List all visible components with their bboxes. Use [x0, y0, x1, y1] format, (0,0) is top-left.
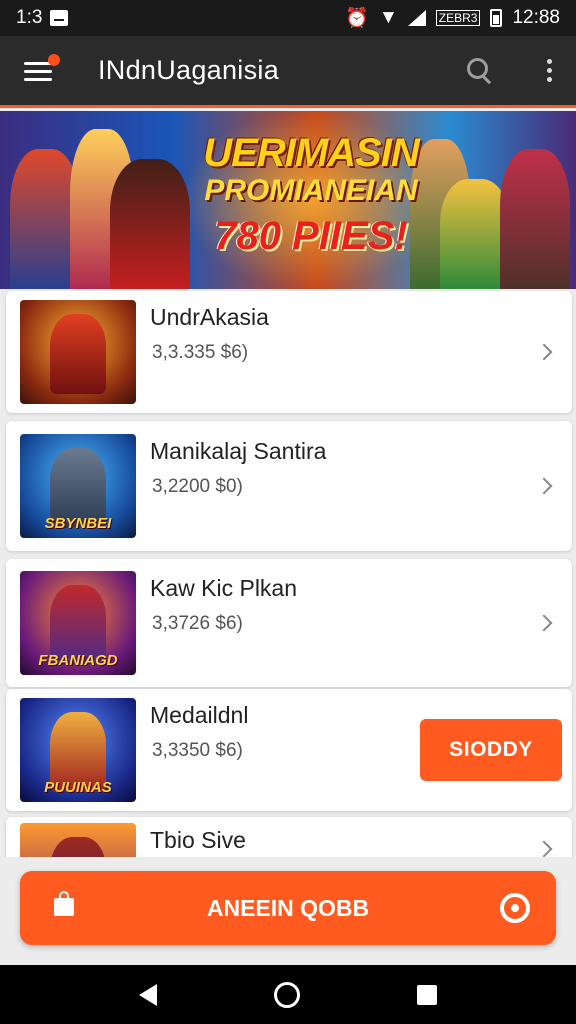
game-thumbnail [20, 823, 136, 857]
alarm-icon: ⏰ [345, 8, 369, 29]
notification-dot [48, 53, 60, 66]
banner-subheadline: PROMIANEIAN [204, 174, 418, 207]
system-nav-bar [0, 965, 576, 1024]
list-item[interactable]: UndrAkasia 3,3.335 $6) [6, 291, 572, 413]
home-icon[interactable] [273, 981, 300, 1008]
status-time-right: 12:88 [512, 7, 560, 28]
list-item[interactable]: FBANIAGD Kaw Kic Plkan 3,3726 $6) [6, 559, 572, 687]
game-title: Manikalaj Santira [150, 438, 327, 464]
banner-prize: 780 PIIES! [214, 214, 408, 258]
game-thumbnail: SBYNBEI [20, 434, 136, 538]
game-list: UndrAkasia 3,3.335 $6) SBYNBEI Manikalaj… [0, 289, 576, 857]
thumbnail-caption: PUUINAS [44, 779, 112, 796]
signal-icon [407, 10, 426, 26]
play-button[interactable]: SIODDY [420, 719, 562, 781]
primary-action-button[interactable]: ANEEIN QOBB [20, 871, 556, 945]
banner-character-6 [500, 149, 570, 289]
game-thumbnail: PUUINAS [20, 698, 136, 802]
status-bar: 1:3 ⏰ ▼ ZEBR3 12:88 [0, 0, 576, 36]
recents-icon[interactable] [417, 984, 438, 1005]
game-subtitle: 3,2200 $0) [152, 476, 243, 497]
game-subtitle: 3,3.335 $6) [152, 342, 249, 363]
list-item[interactable]: PUUINAS Medaildnl 3,3350 $6) SIODDY [6, 689, 572, 811]
menu-icon[interactable] [24, 53, 60, 82]
game-thumbnail [20, 300, 136, 404]
status-time-left: 1:3 [16, 7, 43, 28]
list-item[interactable]: Tbio Sive [6, 817, 572, 857]
game-subtitle: 3,3350 $6) [152, 740, 243, 761]
wifi-icon: ▼ [378, 7, 398, 28]
search-icon[interactable] [467, 57, 493, 84]
thumbnail-caption: FBANIAGD [38, 652, 118, 669]
banner-character-3 [110, 159, 190, 289]
app-title: INdnUaganisia [98, 55, 280, 85]
back-icon[interactable] [138, 983, 157, 1006]
more-vert-icon[interactable] [547, 59, 552, 82]
app-bar: INdnUaganisia [0, 36, 576, 108]
game-thumbnail: FBANIAGD [20, 571, 136, 675]
message-notification-icon [50, 10, 69, 26]
game-subtitle: 3,3726 $6) [152, 613, 243, 634]
battery-label: ZEBR3 [435, 10, 481, 26]
list-item[interactable]: SBYNBEI Manikalaj Santira 3,2200 $0) [6, 421, 572, 551]
thumbnail-caption: SBYNBEI [44, 515, 112, 532]
shopping-bag-icon [54, 891, 74, 916]
game-title: Kaw Kic Plkan [150, 575, 298, 601]
game-title: Tbio Sive [150, 827, 246, 853]
list-bottom-peek [0, 955, 576, 965]
game-title: UndrAkasia [150, 304, 269, 330]
banner-headline: UERIMASIN [203, 131, 419, 175]
promo-banner[interactable]: UERIMASIN PROMIANEIAN 780 PIIES! [0, 111, 576, 289]
battery-icon [490, 9, 503, 27]
primary-action-label: ANEEIN QOBB [206, 894, 370, 921]
game-title: Medaildnl [150, 702, 249, 728]
target-icon [500, 893, 530, 923]
